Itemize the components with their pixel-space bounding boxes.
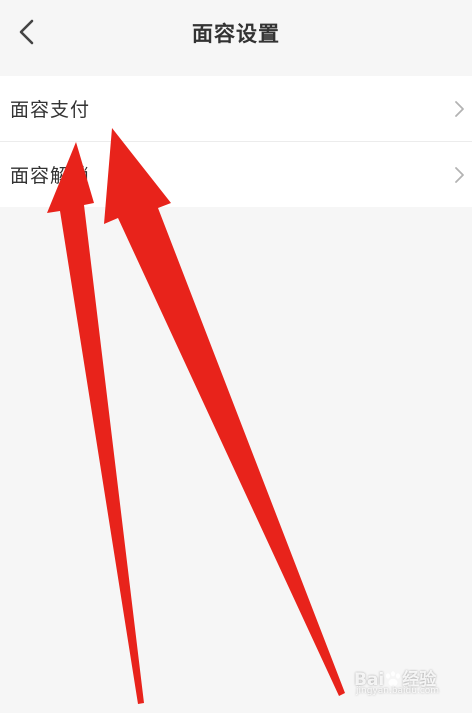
watermark-text-a: Bai	[354, 670, 385, 690]
red-arrow-right	[104, 128, 345, 696]
chevron-right-icon	[452, 164, 466, 186]
paw-icon	[386, 671, 401, 687]
watermark-url: jingyan.baidu.com	[356, 686, 440, 696]
face-unlock-item[interactable]: 面容解锁	[0, 141, 472, 207]
baidu-jingyan-watermark: Bai 经验 jingyan.baidu.com	[354, 665, 454, 701]
page-title: 面容设置	[192, 22, 280, 46]
chevron-right-icon	[452, 98, 466, 120]
watermark-logo: Bai 经验	[354, 665, 436, 690]
red-arrow-left	[47, 142, 144, 704]
top-navigation-bar: 面容设置	[0, 0, 472, 64]
face-payment-label: 面容支付	[10, 99, 91, 121]
face-payment-item[interactable]: 面容支付	[0, 76, 472, 141]
face-unlock-label: 面容解锁	[10, 165, 91, 187]
watermark-text-b: 经验	[402, 670, 437, 690]
settings-list: 面容支付 面容解锁	[0, 76, 472, 207]
